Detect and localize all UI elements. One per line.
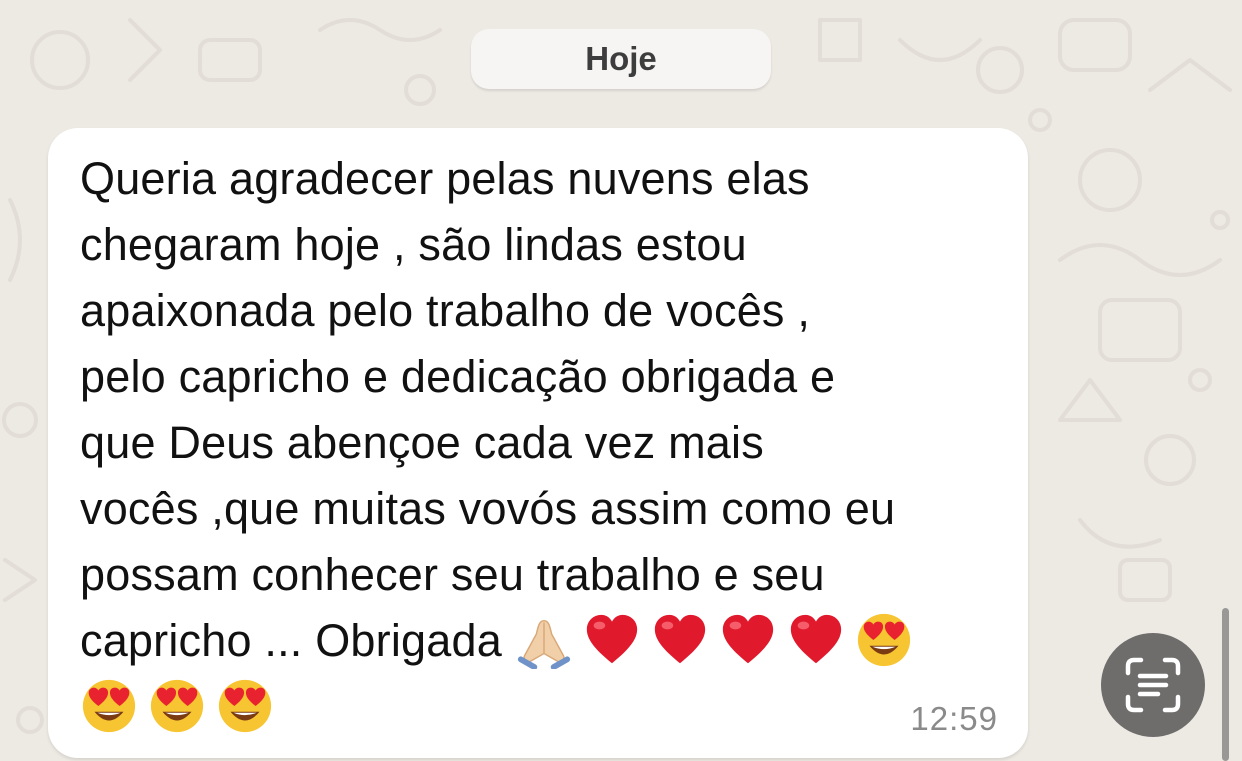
- message-text: Queria agradecer pelas nuvens elas chega…: [80, 153, 896, 666]
- folded-hands-icon: [515, 611, 573, 670]
- date-separator: Hoje: [471, 29, 771, 89]
- live-text-scan-button[interactable]: [1101, 633, 1205, 737]
- red-heart-icon: [583, 611, 641, 669]
- date-separator-label: Hoje: [585, 40, 657, 77]
- heart-eyes-face-icon: [80, 677, 138, 735]
- heart-eyes-face-icon: [148, 677, 206, 735]
- scrollbar[interactable]: [1222, 608, 1229, 761]
- red-heart-icon: [651, 611, 709, 669]
- red-heart-icon: [719, 611, 777, 669]
- heart-eyes-face-icon: [216, 677, 274, 735]
- red-heart-icon: [787, 611, 845, 669]
- message-body: Queria agradecer pelas nuvens elas chega…: [80, 146, 1020, 740]
- message-bubble[interactable]: Queria agradecer pelas nuvens elas chega…: [48, 128, 1028, 758]
- message-timestamp: 12:59: [910, 700, 998, 737]
- live-text-scan-icon: [1125, 657, 1181, 713]
- heart-eyes-face-icon: [855, 611, 913, 669]
